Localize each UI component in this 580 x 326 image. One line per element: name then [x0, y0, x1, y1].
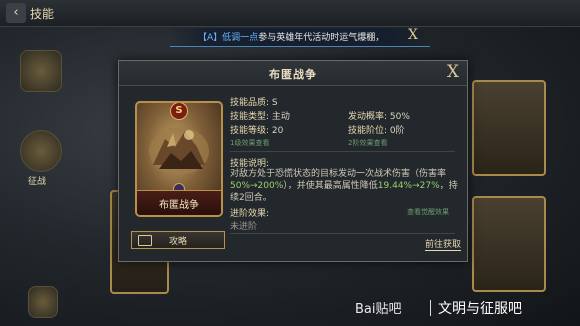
- skill-card: S 布匿战争: [135, 101, 223, 217]
- chance-row: 发动概率: 50%: [348, 109, 410, 122]
- banner-text: 【A】低调一点参与英雄年代活动时运气爆棚，: [198, 30, 384, 43]
- type-row: 技能类型: 主动: [230, 109, 290, 122]
- advance-value: 未进阶: [230, 222, 258, 232]
- dialog-header: 布匿战争 X: [119, 61, 467, 86]
- broadcast-banner: 【A】低调一点参与英雄年代活动时运气爆棚， X: [170, 27, 430, 47]
- watermark-brand: Bai贴吧: [355, 302, 402, 317]
- advance-label: 进阶效果:: [230, 209, 270, 219]
- campaign-label: 征战: [28, 177, 47, 187]
- card-name-bar: 布匿战争: [137, 190, 221, 215]
- banner-message: 参与英雄年代活动时运气爆棚，: [258, 33, 385, 43]
- stage-effect-link[interactable]: 2阶效果查看: [348, 138, 387, 148]
- skill-card-art: [149, 127, 209, 175]
- level-effect-link[interactable]: 1级效果查看: [230, 138, 269, 148]
- grade-badge: S: [170, 103, 188, 120]
- stage-label: 技能阶位:: [348, 126, 388, 136]
- level-value: 20: [271, 126, 284, 136]
- card-name: 布匿战争: [159, 200, 199, 211]
- dialog-title: 布匿战争: [269, 68, 317, 81]
- guide-button[interactable]: 攻略: [131, 231, 225, 249]
- top-bar: ‹ 技能: [0, 0, 580, 27]
- level-label: 技能等级:: [230, 126, 270, 136]
- awaken-effect-link[interactable]: 查看觉醒效果: [407, 207, 449, 217]
- background-card-right-bottom[interactable]: [472, 196, 546, 292]
- side-bottom-icon[interactable]: [28, 286, 58, 318]
- back-button[interactable]: ‹: [6, 3, 26, 23]
- watermark-name: 文明与征服吧: [438, 301, 522, 317]
- quality-label: 技能品质:: [230, 98, 270, 108]
- divider: [230, 151, 455, 152]
- banner-prefix: 【A】: [198, 33, 223, 43]
- guide-label: 攻略: [168, 237, 187, 247]
- watermark-separator: [430, 300, 431, 316]
- stage-row: 技能阶位: 0阶: [348, 123, 405, 136]
- banner-close-icon[interactable]: X: [408, 27, 418, 43]
- type-label: 技能类型:: [230, 112, 270, 122]
- quality-value: S: [271, 98, 278, 108]
- page-title: 技能: [30, 7, 55, 21]
- level-row: 技能等级: 20: [230, 123, 283, 136]
- close-icon[interactable]: X: [447, 62, 459, 82]
- background-card-right-top[interactable]: [472, 80, 546, 176]
- campaign-icon[interactable]: [20, 130, 62, 172]
- stage-value: 0阶: [389, 126, 405, 136]
- obtain-link[interactable]: 前往获取: [425, 237, 462, 251]
- skill-detail-dialog: 布匿战争 X S 布匿战争 攻略 技能品质: S 技能类型: 主动 技能等级: …: [118, 60, 468, 262]
- type-value: 主动: [271, 112, 290, 122]
- skill-description: 对敌方处于恐慌状态的目标发动一次战术伤害（伤害率50%→200%），并使其最高属…: [230, 169, 458, 203]
- banner-user: 低调一点: [222, 33, 259, 43]
- divider-bottom: [230, 233, 455, 234]
- chance-label: 发动概率:: [348, 112, 388, 122]
- quality-row: 技能品质: S: [230, 95, 278, 108]
- side-menu-icon[interactable]: [20, 50, 62, 92]
- chance-value: 50%: [389, 112, 410, 122]
